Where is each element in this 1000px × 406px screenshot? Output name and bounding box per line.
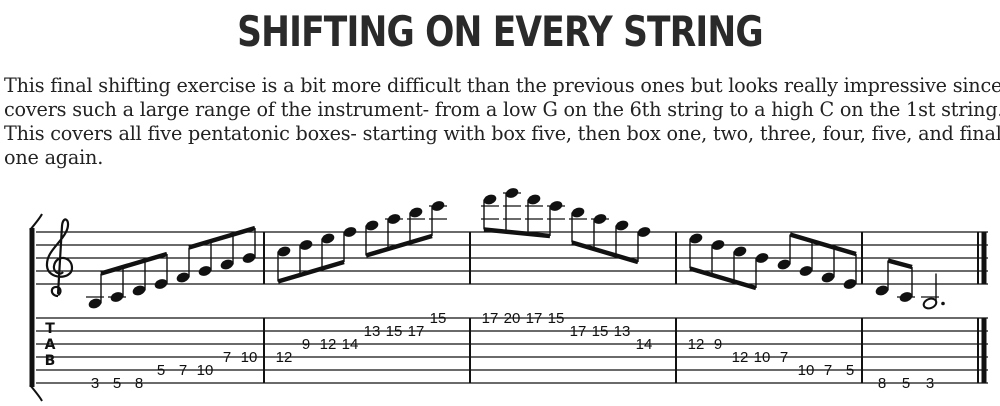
tab-fret-number: 17 xyxy=(482,310,499,327)
tab-fret-number: 14 xyxy=(636,336,653,353)
beam xyxy=(483,227,551,239)
tab-fret-number: 3 xyxy=(926,375,934,392)
measure: 12 9 12 14 13 15 17 15 xyxy=(276,201,447,366)
tab-fret-number: 15 xyxy=(386,323,403,340)
tab-fret-number: 7 xyxy=(179,362,187,379)
beam xyxy=(277,259,345,284)
tab-clef-letter: T xyxy=(45,321,55,337)
tab-fret-number: 10 xyxy=(197,362,214,379)
tab-fret-number: 14 xyxy=(342,336,359,353)
beam xyxy=(365,233,433,258)
tab-fret-number: 5 xyxy=(902,375,910,392)
tab-fret-number: 13 xyxy=(614,323,631,340)
tab-fret-number: 10 xyxy=(798,362,815,379)
tab-fret-number: 8 xyxy=(135,375,143,392)
augmentation-dot xyxy=(941,301,945,306)
tab-fret-number: 7 xyxy=(223,349,231,366)
beam xyxy=(789,232,857,257)
tab-fret-number: 12 xyxy=(688,336,705,353)
tab-fret-number: 9 xyxy=(714,336,722,353)
tab-fret-number: 10 xyxy=(754,349,771,366)
measure: 3 5 85 7 107 10 xyxy=(86,225,258,392)
tab-fret-number: 5 xyxy=(157,362,165,379)
tab-fret-number: 17 xyxy=(408,323,425,340)
tab-fret-number: 12 xyxy=(732,349,749,366)
bracket-hook xyxy=(29,213,43,231)
tab-fret-number: 5 xyxy=(846,362,854,379)
tab-fret-number: 7 xyxy=(824,362,832,379)
tab-fret-number: 20 xyxy=(504,310,521,327)
tab-fret-number: 12 xyxy=(320,336,337,353)
tab-fret-number: 12 xyxy=(276,349,293,366)
bracket-hook xyxy=(29,384,43,402)
measure: 17 20 17 15 17 15 13 14 xyxy=(481,188,653,353)
music-notation: TAB3 5 85 7 107 10 129 12 1413 15 1715 17 20 17 1517 15… xyxy=(29,188,988,402)
tab-fret-number: 15 xyxy=(592,323,609,340)
tab-fret-number: 15 xyxy=(430,310,447,327)
beam xyxy=(887,258,913,270)
tab-clef-letter: A xyxy=(45,337,56,353)
tab-fret-number: 13 xyxy=(364,323,381,340)
tab-fret-number: 10 xyxy=(241,349,258,366)
tab-fret-number: 8 xyxy=(878,375,886,392)
tab-fret-number: 15 xyxy=(548,310,565,327)
tab-fret-number: 7 xyxy=(780,349,788,366)
tab-clef-letter: B xyxy=(45,353,56,369)
tab-fret-number: 3 xyxy=(91,375,99,392)
tab-fret-number: 17 xyxy=(526,310,543,327)
tab-fret-number: 17 xyxy=(570,323,587,340)
tab-fret-number: 5 xyxy=(113,375,121,392)
tab-fret-number: 9 xyxy=(302,336,310,353)
measure: 853 xyxy=(875,258,945,392)
